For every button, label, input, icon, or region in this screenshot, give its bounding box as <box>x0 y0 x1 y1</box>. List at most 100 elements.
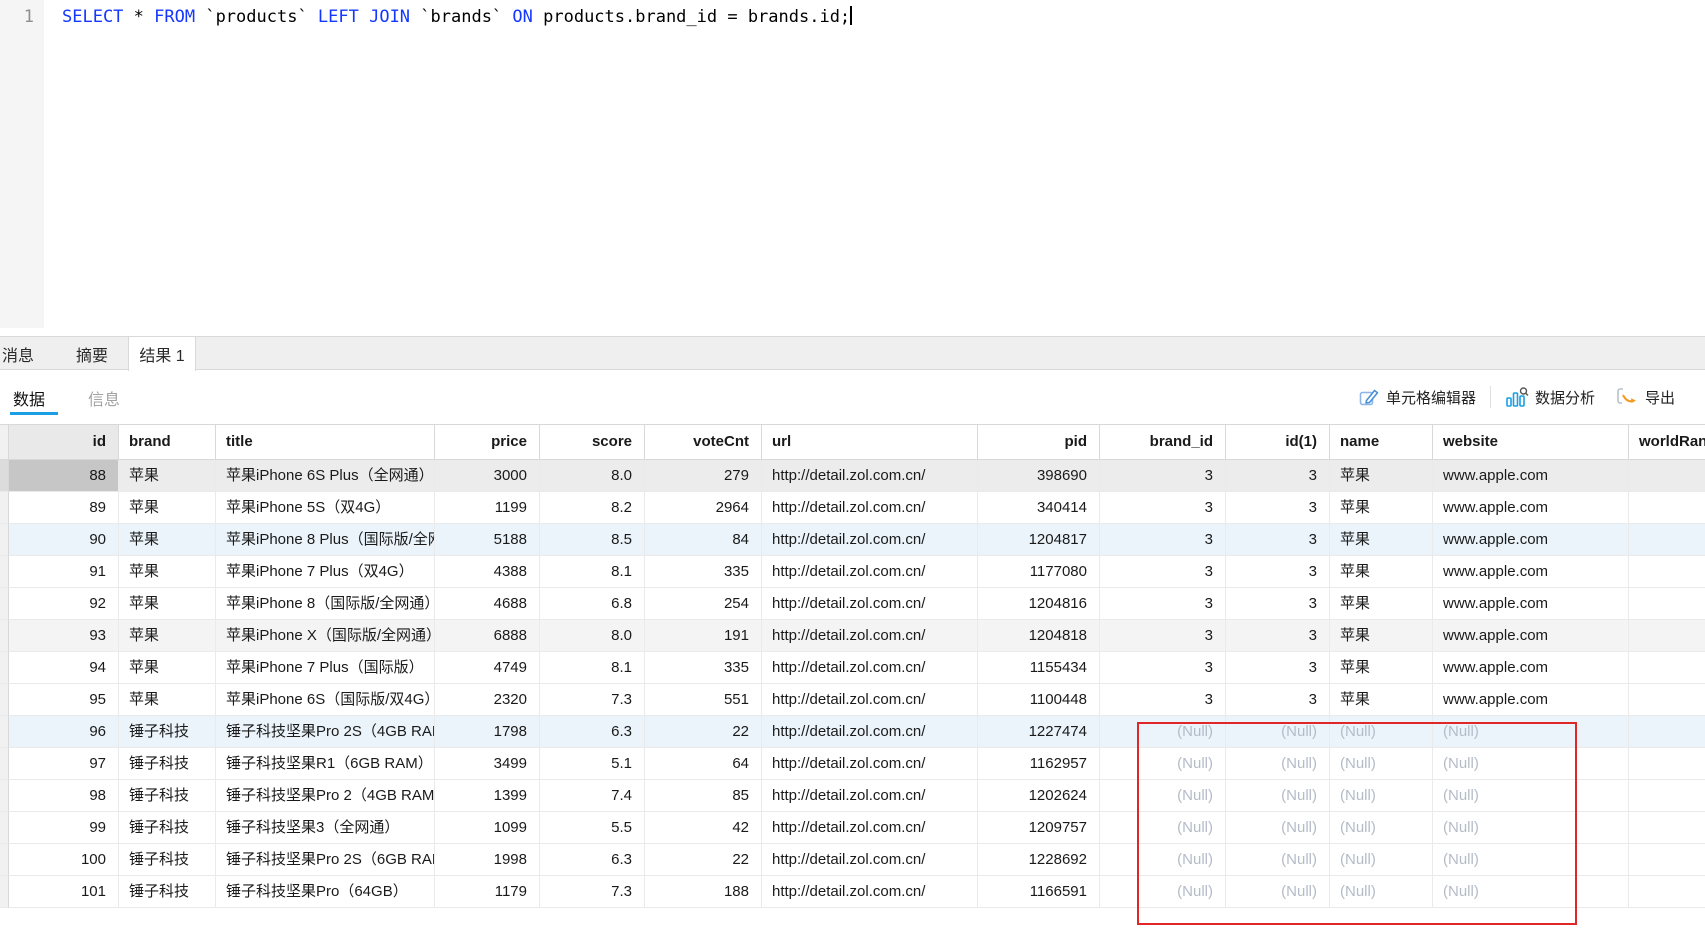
cell-url[interactable]: http://detail.zol.com.cn/ <box>762 812 978 844</box>
cell-pid[interactable]: 1204818 <box>978 620 1100 652</box>
cell-website[interactable]: www.apple.com <box>1433 684 1629 716</box>
cell-website[interactable]: (Null) <box>1433 716 1629 748</box>
cell-worldRank[interactable] <box>1629 876 1705 908</box>
cell-id[interactable]: 92 <box>9 588 119 620</box>
row-selector[interactable] <box>0 812 9 844</box>
cell-price[interactable]: 1399 <box>435 780 540 812</box>
data-analysis-button[interactable]: 数据分析 <box>1495 386 1605 408</box>
cell-price[interactable]: 1199 <box>435 492 540 524</box>
cell-worldRank[interactable] <box>1629 748 1705 780</box>
gutter-header-cell[interactable] <box>0 424 9 460</box>
cell-score[interactable]: 5.5 <box>540 812 645 844</box>
cell-name[interactable]: 苹果 <box>1330 684 1433 716</box>
cell-title[interactable]: 苹果iPhone 8 Plus（国际版/全网通） <box>216 524 435 556</box>
cell-voteCnt[interactable]: 84 <box>645 524 762 556</box>
tab-info[interactable]: 信息 <box>88 386 120 410</box>
cell-price[interactable]: 5188 <box>435 524 540 556</box>
cell-pid[interactable]: 1209757 <box>978 812 1100 844</box>
column-header-website[interactable]: website <box>1433 424 1629 460</box>
cell-voteCnt[interactable]: 64 <box>645 748 762 780</box>
cell-website[interactable]: www.apple.com <box>1433 588 1629 620</box>
column-header-worldRank[interactable]: worldRank <box>1629 424 1705 460</box>
cell-url[interactable]: http://detail.zol.com.cn/ <box>762 588 978 620</box>
cell-title[interactable]: 苹果iPhone X（国际版/全网通） <box>216 620 435 652</box>
cell-brand[interactable]: 苹果 <box>119 620 216 652</box>
cell-website[interactable]: www.apple.com <box>1433 620 1629 652</box>
cell-url[interactable]: http://detail.zol.com.cn/ <box>762 844 978 876</box>
cell-website[interactable]: www.apple.com <box>1433 652 1629 684</box>
row-selector[interactable] <box>0 588 9 620</box>
tab-summary[interactable]: 摘要 <box>60 337 124 370</box>
cell-website[interactable]: (Null) <box>1433 748 1629 780</box>
cell-brand[interactable]: 苹果 <box>119 684 216 716</box>
cell-worldRank[interactable] <box>1629 684 1705 716</box>
cell-brand_id[interactable]: 3 <box>1100 620 1226 652</box>
cell-worldRank[interactable] <box>1629 588 1705 620</box>
cell-worldRank[interactable] <box>1629 556 1705 588</box>
cell-id[interactable]: 99 <box>9 812 119 844</box>
cell-brand[interactable]: 锤子科技 <box>119 844 216 876</box>
cell-url[interactable]: http://detail.zol.com.cn/ <box>762 524 978 556</box>
cell-name[interactable]: 苹果 <box>1330 588 1433 620</box>
column-header-id[interactable]: id <box>9 424 119 460</box>
cell-brand_id[interactable]: 3 <box>1100 588 1226 620</box>
cell-id[interactable]: 88 <box>9 460 119 492</box>
row-selector[interactable] <box>0 556 9 588</box>
cell-title[interactable]: 锤子科技坚果3（全网通） <box>216 812 435 844</box>
cell-price[interactable]: 6888 <box>435 620 540 652</box>
cell-website[interactable]: (Null) <box>1433 876 1629 908</box>
cell-brand[interactable]: 苹果 <box>119 460 216 492</box>
cell-id[interactable]: 98 <box>9 780 119 812</box>
cell-website[interactable]: www.apple.com <box>1433 556 1629 588</box>
cell-pid[interactable]: 1177080 <box>978 556 1100 588</box>
cell-worldRank[interactable] <box>1629 780 1705 812</box>
tab-messages[interactable]: 消息 <box>0 337 50 370</box>
cell-brand_id[interactable]: (Null) <box>1100 716 1226 748</box>
cell-voteCnt[interactable]: 191 <box>645 620 762 652</box>
cell-name[interactable]: 苹果 <box>1330 652 1433 684</box>
row-selector[interactable] <box>0 876 9 908</box>
cell-url[interactable]: http://detail.zol.com.cn/ <box>762 876 978 908</box>
cell-voteCnt[interactable]: 22 <box>645 716 762 748</box>
column-header-score[interactable]: score <box>540 424 645 460</box>
cell-score[interactable]: 8.1 <box>540 556 645 588</box>
column-header-price[interactable]: price <box>435 424 540 460</box>
cell-score[interactable]: 8.1 <box>540 652 645 684</box>
cell-id_1[interactable]: 3 <box>1226 684 1330 716</box>
cell-title[interactable]: 锤子科技坚果Pro 2（4GB RAM） <box>216 780 435 812</box>
cell-name[interactable]: 苹果 <box>1330 556 1433 588</box>
cell-id_1[interactable]: (Null) <box>1226 844 1330 876</box>
cell-title[interactable]: 苹果iPhone 6S Plus（全网通） <box>216 460 435 492</box>
column-header-brand[interactable]: brand <box>119 424 216 460</box>
row-selector[interactable] <box>0 844 9 876</box>
row-selector[interactable] <box>0 684 9 716</box>
cell-price[interactable]: 1798 <box>435 716 540 748</box>
row-selector[interactable] <box>0 748 9 780</box>
cell-brand_id[interactable]: (Null) <box>1100 876 1226 908</box>
cell-score[interactable]: 6.8 <box>540 588 645 620</box>
cell-id_1[interactable]: (Null) <box>1226 780 1330 812</box>
cell-price[interactable]: 4749 <box>435 652 540 684</box>
cell-price[interactable]: 3499 <box>435 748 540 780</box>
cell-brand[interactable]: 苹果 <box>119 524 216 556</box>
cell-score[interactable]: 6.3 <box>540 844 645 876</box>
sql-editor[interactable]: 1 SELECT * FROM `products` LEFT JOIN `br… <box>0 0 1705 336</box>
cell-title[interactable]: 锤子科技坚果Pro（64GB） <box>216 876 435 908</box>
cell-id[interactable]: 101 <box>9 876 119 908</box>
cell-worldRank[interactable] <box>1629 620 1705 652</box>
cell-worldRank[interactable] <box>1629 524 1705 556</box>
cell-url[interactable]: http://detail.zol.com.cn/ <box>762 492 978 524</box>
cell-name[interactable]: 苹果 <box>1330 492 1433 524</box>
cell-website[interactable]: (Null) <box>1433 780 1629 812</box>
cell-worldRank[interactable] <box>1629 652 1705 684</box>
column-header-voteCnt[interactable]: voteCnt <box>645 424 762 460</box>
cell-score[interactable]: 7.4 <box>540 780 645 812</box>
cell-score[interactable]: 6.3 <box>540 716 645 748</box>
cell-url[interactable]: http://detail.zol.com.cn/ <box>762 780 978 812</box>
cell-brand_id[interactable]: 3 <box>1100 652 1226 684</box>
cell-worldRank[interactable] <box>1629 844 1705 876</box>
cell-price[interactable]: 4688 <box>435 588 540 620</box>
cell-website[interactable]: www.apple.com <box>1433 460 1629 492</box>
cell-website[interactable]: www.apple.com <box>1433 492 1629 524</box>
cell-brand[interactable]: 锤子科技 <box>119 876 216 908</box>
